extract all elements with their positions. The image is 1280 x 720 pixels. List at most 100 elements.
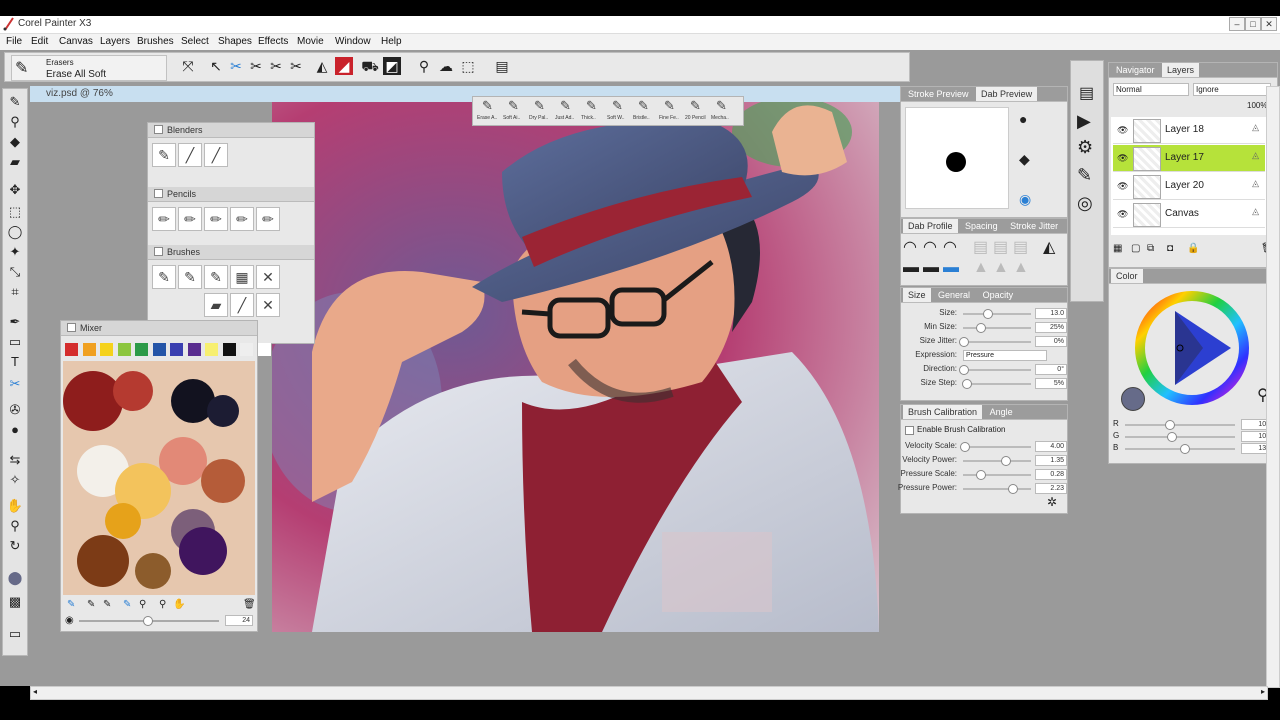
reset-tool-icon[interactable]: ⤧	[179, 57, 197, 75]
mixer-color-swatch[interactable]	[240, 343, 253, 356]
mixer-dropper-icon[interactable]: ✎	[103, 599, 111, 610]
mixer-color-swatch[interactable]	[187, 343, 201, 356]
brush-variant-5[interactable]: ✕	[256, 265, 280, 289]
document-tab[interactable]: viz.psd @ 76%	[30, 86, 900, 102]
pen-tool-icon[interactable]: ✒	[5, 313, 25, 331]
horizontal-scrollbar[interactable]: ◂ ▸	[30, 686, 1268, 700]
layer-row[interactable]: 👁 Layer 18 ◬	[1113, 117, 1265, 144]
mixer-color-swatch[interactable]	[152, 343, 166, 356]
scroll-right-icon[interactable]: ▸	[1261, 687, 1265, 696]
layer-row[interactable]: 👁 Layer 20 ◬	[1113, 173, 1265, 200]
current-color-swatch[interactable]	[1121, 387, 1145, 411]
kaleido-icon[interactable]: ✧	[5, 471, 25, 489]
mixer-pad[interactable]	[63, 361, 255, 595]
mixer-color-swatch[interactable]	[65, 343, 78, 356]
slider-value[interactable]: 2.23	[1035, 483, 1067, 494]
menu-canvas[interactable]: Canvas	[59, 36, 93, 47]
tab-stroke-preview[interactable]: Stroke Preview	[903, 87, 974, 101]
new-layer-icon[interactable]: ▢	[1131, 243, 1140, 254]
slider-knob[interactable]	[1007, 484, 1018, 494]
blender-variant-2[interactable]: ╱	[178, 143, 202, 167]
scroll-left-icon[interactable]: ◂	[33, 687, 37, 696]
mixer-color-swatch[interactable]	[82, 343, 96, 356]
profile-3-icon[interactable]: ◠	[943, 237, 957, 257]
brush-variant-7[interactable]: ╱	[230, 293, 254, 317]
pencil-variant-5[interactable]: ✏	[256, 207, 280, 231]
maximize-button[interactable]: □	[1245, 17, 1261, 31]
text-tool-icon[interactable]: T	[5, 353, 25, 371]
slider-value[interactable]: 5%	[1035, 378, 1067, 389]
dodge-icon[interactable]: ●	[5, 421, 25, 439]
strip-variant[interactable]: ✎ Thick..	[581, 98, 605, 124]
slider-value[interactable]: 0.28	[1035, 469, 1067, 480]
slider-knob[interactable]	[976, 470, 986, 480]
visibility-eye-icon[interactable]: 👁	[1117, 209, 1128, 220]
mixer-knife-icon[interactable]: ✎	[87, 599, 95, 610]
menu-window[interactable]: Window	[335, 36, 371, 47]
dab-view-1-icon[interactable]: ●	[1019, 111, 1027, 127]
tab-brush-calibration[interactable]: Brush Calibration	[903, 405, 983, 419]
menu-brushes[interactable]: Brushes	[137, 36, 174, 47]
lock-layer-icon[interactable]: 🔒	[1187, 243, 1199, 254]
pencil-variant-1[interactable]: ✏	[152, 207, 176, 231]
bucket-icon[interactable]: ⛟	[361, 57, 379, 75]
opacity-value[interactable]: 100%	[1247, 101, 1267, 110]
rgb-track[interactable]	[1125, 436, 1235, 438]
tab-angle[interactable]: Angle	[985, 405, 1018, 419]
mixer-trash-icon[interactable]: 🗑	[243, 599, 256, 610]
painting-canvas[interactable]	[272, 102, 879, 632]
tab-opacity[interactable]: Opacity	[978, 288, 1019, 302]
eraser-tool-icon[interactable]: ▰	[5, 153, 25, 171]
menu-layers[interactable]: Layers	[100, 36, 130, 47]
layer-commands-icon[interactable]: ▦	[1113, 243, 1122, 254]
fill-icon[interactable]: ◭	[313, 57, 331, 75]
slider-value[interactable]: 0%	[1035, 336, 1067, 347]
mixer-color-swatch[interactable]	[100, 343, 113, 356]
calibration-wizard-icon[interactable]: ✲	[1047, 495, 1057, 509]
layer-row[interactable]: 👁 Layer 17 ◬	[1113, 145, 1265, 172]
slider-knob[interactable]	[982, 309, 993, 319]
mixer-color-swatch[interactable]	[257, 343, 271, 356]
strip-variant[interactable]: ✎ Bristle..	[633, 98, 657, 124]
settings-gear-icon[interactable]: ⚙	[1077, 137, 1093, 158]
expression-select[interactable]: Pressure	[963, 350, 1047, 361]
slider-track[interactable]	[963, 488, 1031, 490]
slider-knob[interactable]	[976, 323, 986, 333]
profile-8-icon[interactable]: ▬	[903, 259, 919, 277]
mixer-zoom-icon[interactable]: ⚲	[159, 599, 166, 610]
duplicate-layer-icon[interactable]: ⧉	[1147, 243, 1154, 254]
profile-2-icon[interactable]: ◠	[923, 237, 937, 257]
strip-variant[interactable]: ✎ Just Ad..	[555, 98, 579, 124]
brush-variant-6[interactable]: ▰	[204, 293, 228, 317]
visibility-eye-icon[interactable]: 👁	[1117, 125, 1128, 136]
panel-toggle-icon[interactable]: ▤	[493, 57, 511, 75]
compass-icon[interactable]: ◎	[1077, 193, 1093, 214]
strip-variant[interactable]: ✎ 20 Pencil	[685, 98, 709, 124]
enable-calibration-row[interactable]: Enable Brush Calibration	[905, 425, 1065, 437]
mixer-size-knob[interactable]	[143, 616, 153, 626]
profile-9-icon[interactable]: ▬	[923, 259, 939, 277]
blender-variant-1[interactable]: ✎	[152, 143, 176, 167]
color-fill-icon[interactable]: ◢	[335, 57, 353, 75]
blender-variant-3[interactable]: ╱	[204, 143, 228, 167]
menu-shapes[interactable]: Shapes	[218, 36, 252, 47]
dab-view-2-icon[interactable]: ◆	[1019, 151, 1030, 168]
mixer-sample-multiple-icon[interactable]: ⚲	[139, 599, 146, 610]
visibility-eye-icon[interactable]: 👁	[1117, 153, 1128, 164]
profile-10-icon[interactable]: ▬	[943, 259, 959, 277]
layer-mask-icon[interactable]: ◘	[1167, 243, 1173, 254]
brush-variant-3[interactable]: ✎	[204, 265, 228, 289]
brush-variant-4[interactable]: ▦	[230, 265, 254, 289]
pencil-variant-4[interactable]: ✏	[230, 207, 254, 231]
close-button[interactable]: ✕	[1261, 17, 1277, 31]
mixer-color-swatch[interactable]	[170, 343, 183, 356]
brush-selector[interactable]: ✎ Erasers Erase All Soft	[11, 55, 167, 81]
strip-variant[interactable]: ✎ Fine Fe..	[659, 98, 683, 124]
brush-panel-icon[interactable]: ✎	[1077, 165, 1092, 186]
profile-13-icon[interactable]: ▲	[1013, 259, 1029, 277]
tool-d-icon[interactable]: ✂	[287, 57, 305, 75]
scissors-icon[interactable]: ✂	[5, 375, 25, 393]
mixer-color-swatch[interactable]	[117, 343, 131, 356]
slider-knob[interactable]	[959, 337, 969, 347]
vertical-scrollbar[interactable]	[1266, 86, 1280, 688]
